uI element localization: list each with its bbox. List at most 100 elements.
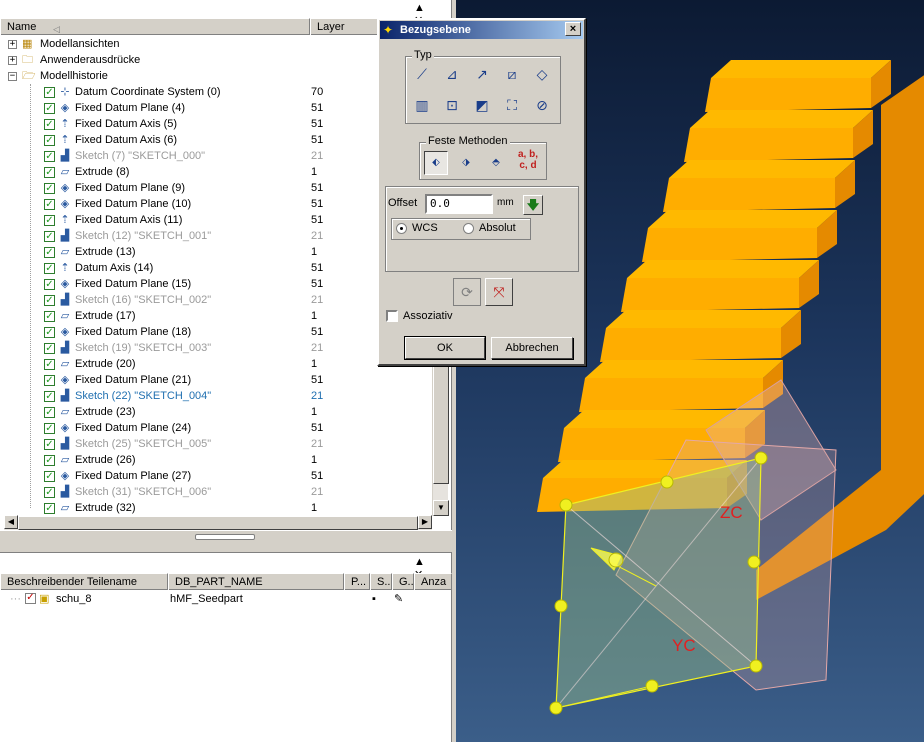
- column-header-count[interactable]: Anza: [414, 573, 452, 590]
- visibility-checkbox[interactable]: ✓: [44, 247, 55, 258]
- visibility-checkbox[interactable]: ✓: [44, 87, 55, 98]
- feature-row[interactable]: ✓ ◈ Fixed Datum Plane (10) 51: [0, 196, 432, 212]
- feature-row[interactable]: ✓ ▱ Extrude (26) 1: [0, 452, 432, 468]
- feature-row[interactable]: ✓ ▱ Extrude (13) 1: [0, 244, 432, 260]
- column-header-s[interactable]: S...: [370, 573, 392, 590]
- tangent-icon[interactable]: ◩: [470, 93, 494, 117]
- feature-row[interactable]: ✓ ▟ Sketch (7) "SKETCH_000" 21: [0, 148, 432, 164]
- column-header-name[interactable]: Name ◁: [0, 18, 310, 35]
- feature-row[interactable]: ✓ ◈ Fixed Datum Plane (15) 51: [0, 276, 432, 292]
- view-plane-icon[interactable]: ⊘: [530, 93, 554, 117]
- visibility-checkbox[interactable]: ✓: [44, 167, 55, 178]
- xc-zc-plane-icon[interactable]: ⬗: [454, 151, 478, 175]
- cycle-solutions-icon[interactable]: ⟳: [453, 278, 481, 306]
- visibility-checkbox[interactable]: ✓: [44, 487, 55, 498]
- ok-button[interactable]: OK: [404, 336, 486, 360]
- feature-row[interactable]: ✓ ▟ Sketch (31) "SKETCH_006" 21: [0, 484, 432, 500]
- visibility-checkbox[interactable]: ✓: [44, 231, 55, 242]
- inferred-plane-icon[interactable]: ⟋: [410, 62, 434, 86]
- table-row[interactable]: ··· ✓ ▣ schu_8 hMF_Seedpart ▪ ✎: [0, 591, 452, 607]
- visibility-checkbox[interactable]: ✓: [44, 215, 55, 226]
- feature-row[interactable]: ✓ ▱ Extrude (8) 1: [0, 164, 432, 180]
- visibility-checkbox[interactable]: ✓: [44, 295, 55, 306]
- feature-row[interactable]: ✓ ⇡ Fixed Datum Axis (5) 51: [0, 116, 432, 132]
- visibility-checkbox[interactable]: ✓: [44, 391, 55, 402]
- visibility-checkbox[interactable]: ✓: [44, 375, 55, 386]
- part-check-icon[interactable]: ✓: [25, 593, 36, 604]
- feature-row[interactable]: ✓ ⊹ Datum Coordinate System (0) 70: [0, 84, 432, 100]
- visibility-checkbox[interactable]: ✓: [44, 503, 55, 514]
- feature-row[interactable]: ✓ ▟ Sketch (12) "SKETCH_001" 21: [0, 228, 432, 244]
- visibility-checkbox[interactable]: ✓: [44, 471, 55, 482]
- yc-zc-plane-icon[interactable]: ⬘: [484, 151, 508, 175]
- on-curve-icon[interactable]: ↗: [470, 62, 494, 86]
- visibility-checkbox[interactable]: ✓: [44, 151, 55, 162]
- collapse-icon[interactable]: −: [8, 72, 17, 81]
- three-points-icon[interactable]: ⊡: [440, 93, 464, 117]
- offset-input[interactable]: 0.0: [425, 194, 493, 214]
- dialog-title-bar[interactable]: ✦ Bezugsebene: [380, 21, 583, 39]
- feature-row[interactable]: ✓ ▟ Sketch (25) "SKETCH_005" 21: [0, 436, 432, 452]
- column-header-db-part-name[interactable]: DB_PART_NAME: [168, 573, 344, 590]
- feature-row[interactable]: ✓ ◈ Fixed Datum Plane (18) 51: [0, 324, 432, 340]
- feature-row[interactable]: ✓ ◈ Fixed Datum Plane (21) 51: [0, 372, 432, 388]
- feature-tree[interactable]: + ▦ Modellansichten + 🗀 Anwenderausdrücke − 🗁 Mo…: [0, 36, 432, 516]
- cancel-button[interactable]: Abbrechen: [491, 337, 573, 359]
- feature-row[interactable]: ✓ ▱ Extrude (20) 1: [0, 356, 432, 372]
- visibility-checkbox[interactable]: ✓: [44, 311, 55, 322]
- through-object-icon[interactable]: ⛶: [500, 93, 524, 117]
- point-direction-icon[interactable]: ⊿: [440, 62, 464, 86]
- feature-row[interactable]: ✓ ▟ Sketch (19) "SKETCH_003" 21: [0, 340, 432, 356]
- feature-row[interactable]: ✓ ▟ Sketch (22) "SKETCH_004" 21: [0, 388, 432, 404]
- visibility-checkbox[interactable]: ✓: [44, 263, 55, 274]
- scroll-left-button[interactable]: ◀: [4, 515, 18, 529]
- feature-row[interactable]: ✓ ▱ Extrude (17) 1: [0, 308, 432, 324]
- visibility-checkbox[interactable]: ✓: [44, 423, 55, 434]
- tree-node[interactable]: + 🗀 Anwenderausdrücke: [0, 52, 432, 68]
- reverse-direction-icon[interactable]: ⤧: [485, 278, 513, 306]
- at-angle-icon[interactable]: ⧄: [500, 62, 524, 86]
- visibility-checkbox[interactable]: ✓: [44, 359, 55, 370]
- visibility-checkbox[interactable]: ✓: [44, 439, 55, 450]
- offset-menu-button[interactable]: 🡇: [523, 195, 543, 215]
- visibility-checkbox[interactable]: ✓: [44, 135, 55, 146]
- associative-checkbox[interactable]: [386, 310, 398, 322]
- horizontal-scrollbar[interactable]: ◀ ▶: [4, 515, 432, 530]
- xc-yc-plane-icon[interactable]: ⬖: [424, 151, 448, 175]
- bisector-icon[interactable]: ▥: [410, 93, 434, 117]
- absolute-radio[interactable]: [463, 223, 474, 234]
- feature-row[interactable]: ✓ ▱ Extrude (32) 1: [0, 500, 432, 516]
- feature-row[interactable]: ✓ ▱ Extrude (23) 1: [0, 404, 432, 420]
- visibility-checkbox[interactable]: ✓: [44, 327, 55, 338]
- wcs-radio[interactable]: [396, 223, 407, 234]
- abcd-coefficients-button[interactable]: a, b, c, d: [514, 148, 542, 172]
- expand-icon[interactable]: +: [8, 56, 17, 65]
- scroll-down-button[interactable]: ▼: [433, 500, 449, 516]
- feature-row[interactable]: ✓ ◈ Fixed Datum Plane (24) 51: [0, 420, 432, 436]
- column-header-part-name[interactable]: Beschreibender Teilename: [0, 573, 168, 590]
- visibility-checkbox[interactable]: ✓: [44, 119, 55, 130]
- feature-row[interactable]: ✓ ▟ Sketch (16) "SKETCH_002" 21: [0, 292, 432, 308]
- feature-row[interactable]: ✓ ⇡ Fixed Datum Axis (6) 51: [0, 132, 432, 148]
- feature-row[interactable]: ✓ ⇡ Fixed Datum Axis (11) 51: [0, 212, 432, 228]
- visibility-checkbox[interactable]: ✓: [44, 343, 55, 354]
- tree-node[interactable]: − 🗁 Modellhistorie: [0, 68, 432, 84]
- expand-icon[interactable]: +: [8, 40, 17, 49]
- column-header-g[interactable]: G...: [392, 573, 414, 590]
- feature-row[interactable]: ✓ ⇡ Datum Axis (14) 51: [0, 260, 432, 276]
- column-header-p[interactable]: P...: [344, 573, 370, 590]
- visibility-checkbox[interactable]: ✓: [44, 279, 55, 290]
- horizontal-scroll-thumb[interactable]: [18, 516, 418, 530]
- dialog-close-button[interactable]: ×: [565, 22, 581, 36]
- splitter-grip[interactable]: [195, 534, 255, 540]
- visibility-checkbox[interactable]: ✓: [44, 103, 55, 114]
- feature-row[interactable]: ✓ ◈ Fixed Datum Plane (9) 51: [0, 180, 432, 196]
- feature-row[interactable]: ✓ ◈ Fixed Datum Plane (4) 51: [0, 100, 432, 116]
- visibility-checkbox[interactable]: ✓: [44, 183, 55, 194]
- at-distance-icon[interactable]: ◇: [530, 62, 554, 86]
- feature-row[interactable]: ✓ ◈ Fixed Datum Plane (27) 51: [0, 468, 432, 484]
- visibility-checkbox[interactable]: ✓: [44, 199, 55, 210]
- tree-node[interactable]: + ▦ Modellansichten: [0, 36, 432, 52]
- visibility-checkbox[interactable]: ✓: [44, 455, 55, 466]
- scroll-right-button[interactable]: ▶: [418, 515, 432, 529]
